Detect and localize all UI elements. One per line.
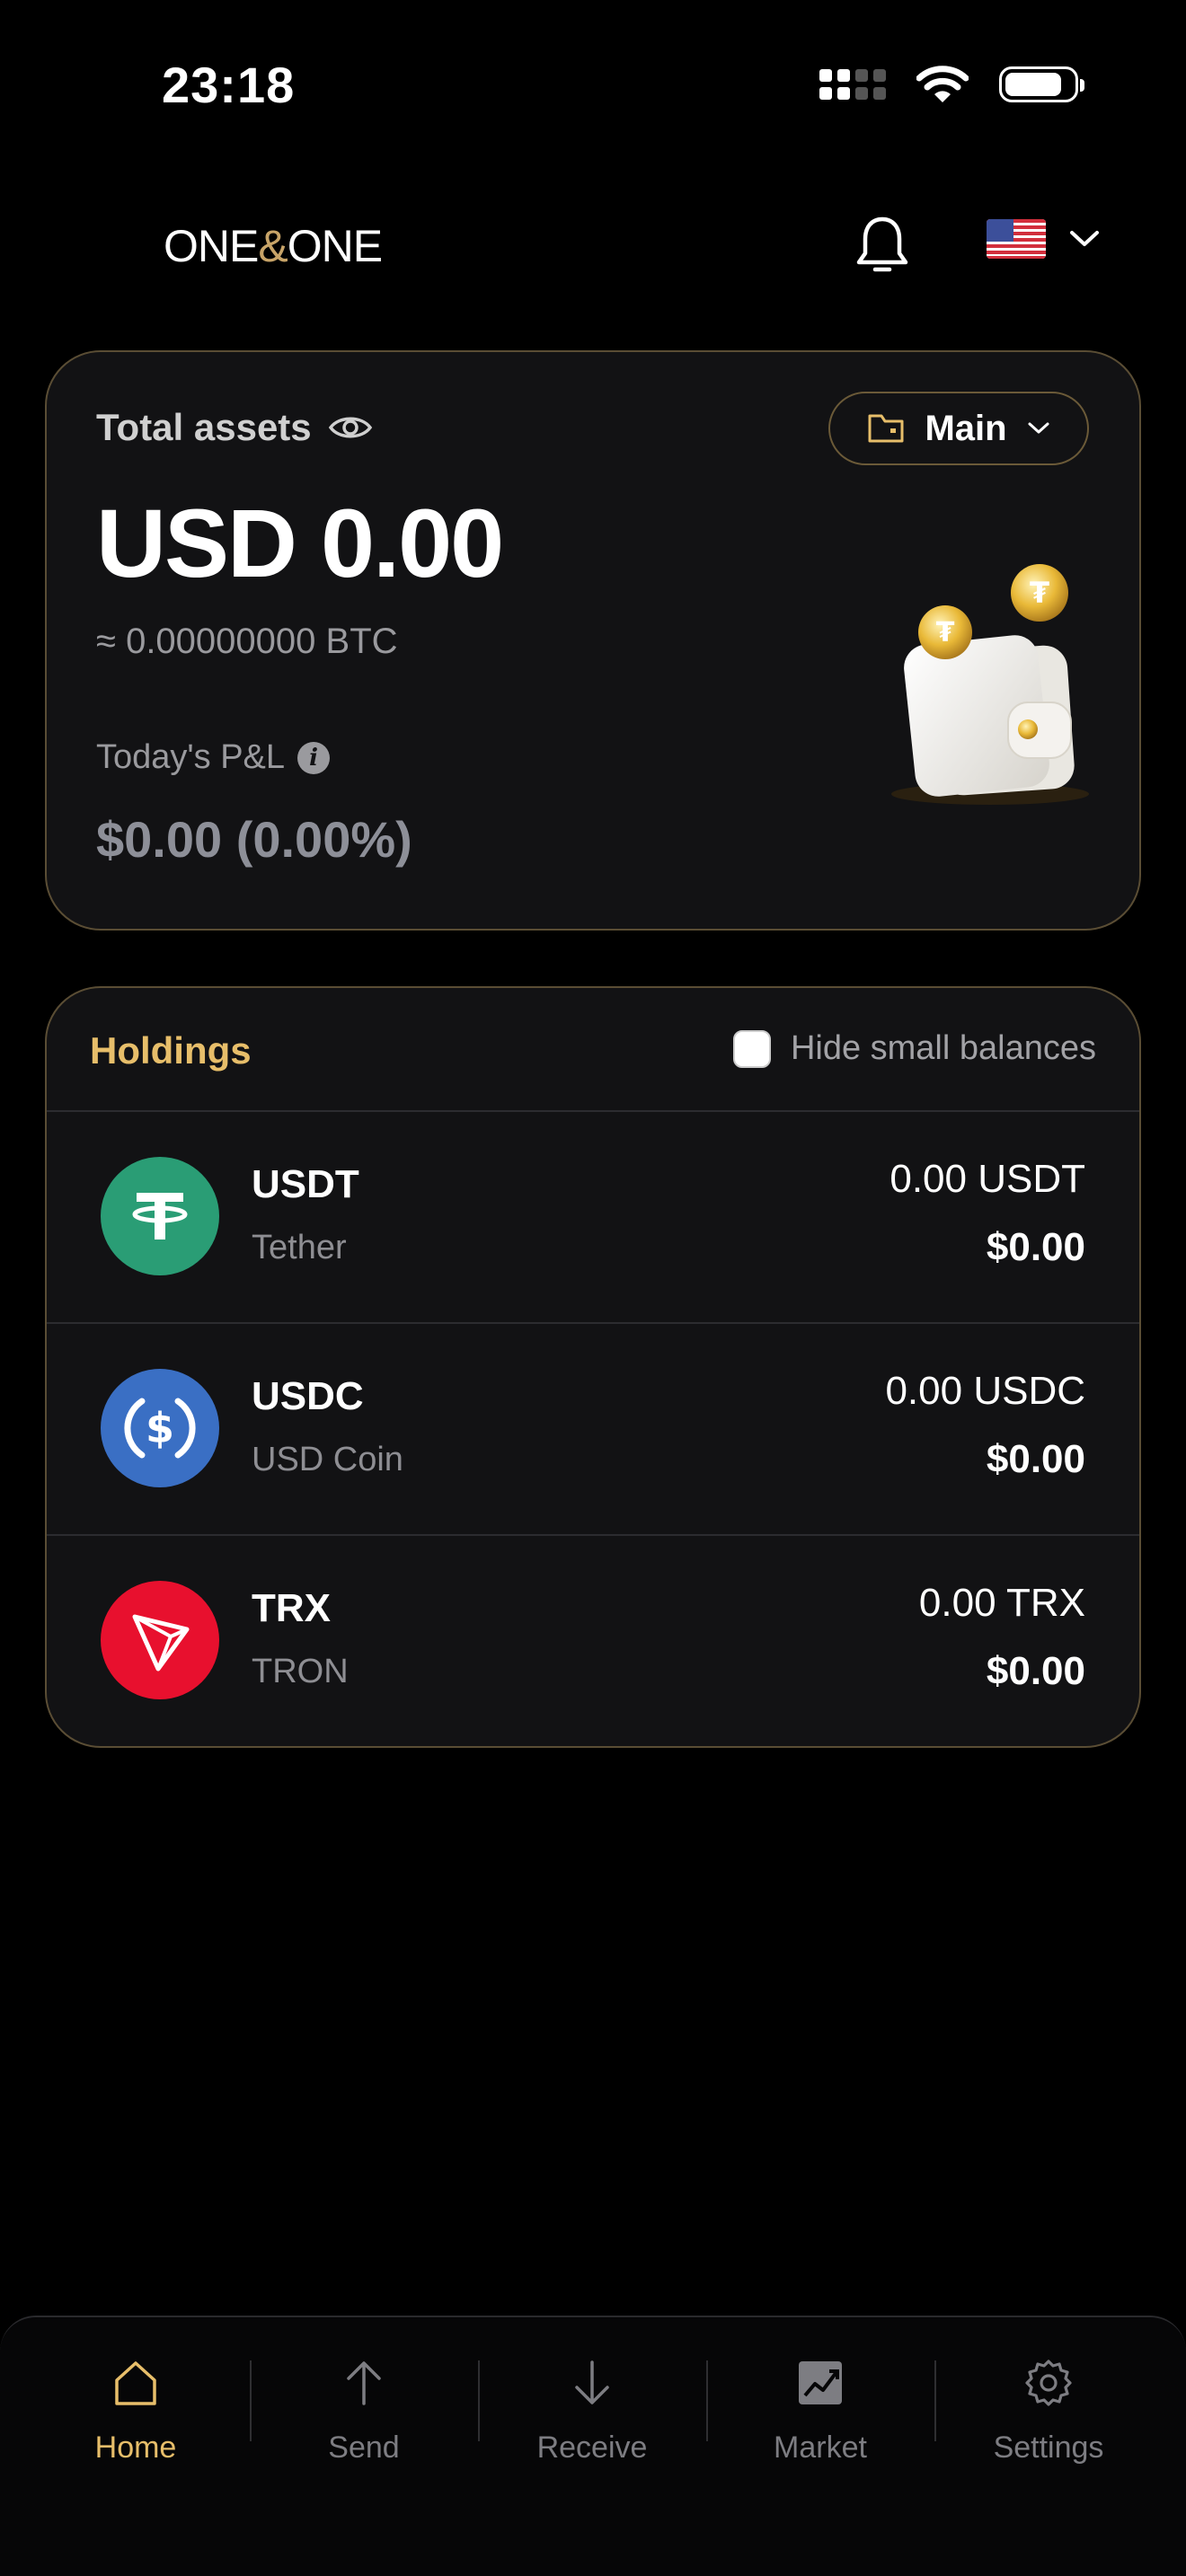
nav-settings[interactable]: Settings <box>934 2317 1163 2497</box>
tron-icon <box>101 1581 219 1699</box>
bell-icon <box>856 216 908 272</box>
wifi-icon <box>916 66 969 102</box>
holdings-card: Holdings Hide small balances USDT Tether… <box>45 986 1141 1748</box>
chevron-down-icon <box>1028 422 1049 434</box>
asset-symbol: USDC <box>252 1374 364 1418</box>
logo-text: ONE&ONE <box>164 221 383 271</box>
nav-market[interactable]: Market <box>706 2317 934 2497</box>
total-assets-card: Total assets Main USD 0.00 ≈ 0.00000000 … <box>45 350 1141 931</box>
status-icons <box>819 65 1084 104</box>
pnl-value: $0.00 (0.00%) <box>96 811 412 868</box>
pnl-label: Today's P&L <box>96 738 286 776</box>
status-bar: 23:18 <box>0 0 1186 171</box>
language-selector[interactable] <box>987 219 1100 259</box>
wallet-folder-icon <box>868 414 904 443</box>
wallet-coins-illustration: ₮ ₮ <box>891 564 1089 805</box>
home-icon <box>115 2361 156 2405</box>
total-assets-label: Total assets <box>96 406 312 448</box>
nav-settings-label: Settings <box>993 2430 1104 2465</box>
asset-symbol: TRX <box>252 1586 331 1630</box>
asset-name: TRON <box>252 1653 349 1690</box>
gear-icon <box>1025 2360 1072 2406</box>
holdings-title: Holdings <box>90 1029 252 1072</box>
asset-usd-value: $0.00 <box>986 1225 1085 1269</box>
total-assets-label-row: Total assets <box>96 406 373 449</box>
asset-row-usdc[interactable]: $ USDC USD Coin 0.00 USDC $0.00 <box>47 1322 1139 1536</box>
asset-row-trx[interactable]: TRX TRON 0.00 TRX $0.00 <box>47 1534 1139 1746</box>
nav-send[interactable]: Send <box>250 2317 478 2497</box>
hide-small-balances-label: Hide small balances <box>790 1029 1096 1067</box>
hide-small-balances-checkbox[interactable] <box>732 1029 771 1068</box>
wallet-selector[interactable]: Main <box>828 392 1089 465</box>
nav-send-label: Send <box>328 2430 400 2465</box>
status-time: 23:18 <box>162 57 296 113</box>
nav-market-label: Market <box>774 2430 867 2465</box>
cellular-signal-icon <box>819 69 886 100</box>
eye-icon[interactable] <box>328 412 373 443</box>
nav-home-label: Home <box>94 2430 177 2465</box>
asset-name: Tether <box>252 1229 347 1266</box>
info-icon[interactable]: i <box>297 741 331 774</box>
asset-amount: 0.00 USDT <box>890 1157 1085 1201</box>
asset-symbol: USDT <box>252 1162 359 1206</box>
nav-home[interactable]: Home <box>22 2317 250 2497</box>
us-flag-icon <box>987 219 1046 259</box>
svg-text:₮: ₮ <box>1030 576 1049 610</box>
wallet-selector-label: Main <box>925 408 1007 448</box>
asset-name: USD Coin <box>252 1441 403 1478</box>
nav-receive[interactable]: Receive <box>478 2317 706 2497</box>
svg-text:$: $ <box>146 1404 174 1452</box>
nav-receive-label: Receive <box>536 2430 648 2465</box>
arrow-up-icon <box>347 2361 381 2405</box>
pnl-label-row: Today's P&L i <box>96 738 331 777</box>
asset-usd-value: $0.00 <box>986 1649 1085 1693</box>
svg-text:₮: ₮ <box>936 617 955 648</box>
chevron-down-icon <box>1070 231 1099 246</box>
chart-icon <box>799 2361 842 2404</box>
btc-equivalent-value: ≈ 0.00000000 BTC <box>96 622 398 661</box>
asset-usd-value: $0.00 <box>986 1437 1085 1481</box>
arrow-down-icon <box>575 2360 609 2404</box>
total-assets-value: USD 0.00 <box>96 489 504 597</box>
battery-icon <box>999 66 1084 102</box>
asset-amount: 0.00 TRX <box>918 1581 1085 1625</box>
logo-mark-icon <box>58 198 169 298</box>
usd-coin-icon: $ <box>101 1369 219 1487</box>
hide-small-balances-toggle[interactable]: Hide small balances <box>732 1029 1096 1068</box>
asset-row-usdt[interactable]: USDT Tether 0.00 USDT $0.00 <box>47 1110 1139 1324</box>
holdings-header: Holdings Hide small balances <box>47 988 1139 1112</box>
app-header: ONE&ONE <box>0 180 1186 323</box>
notifications-button[interactable] <box>854 214 911 283</box>
brand-logo: ONE&ONE <box>58 192 383 300</box>
bottom-navigation: Home Send Receive Market Settings <box>0 2316 1186 2576</box>
asset-amount: 0.00 USDC <box>885 1369 1085 1413</box>
tether-icon <box>101 1157 219 1275</box>
